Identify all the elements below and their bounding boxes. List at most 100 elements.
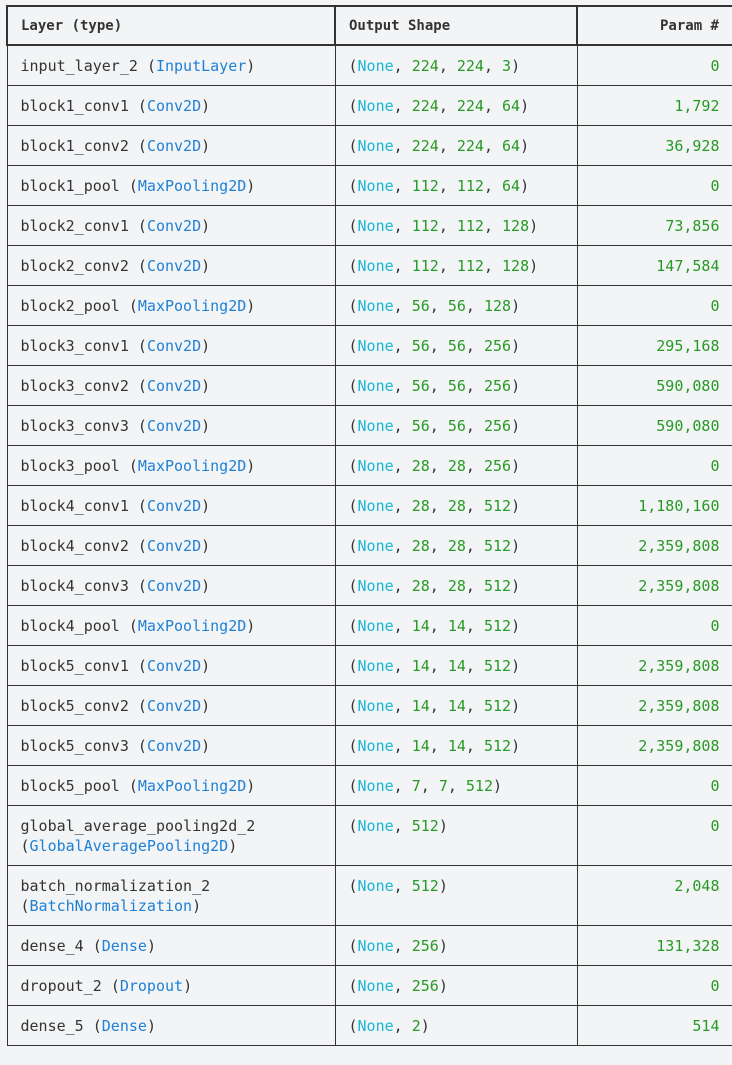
layer-cell: global_average_pooling2d_2 (GlobalAverage…: [6, 805, 336, 866]
shape-separator: ,: [465, 577, 484, 595]
batch-dim: None: [357, 537, 394, 555]
shape-separator: ,: [393, 577, 412, 595]
layer-name: batch_normalization_2: [20, 877, 211, 895]
batch-dim: None: [357, 417, 394, 435]
layer-name: block4_pool: [20, 617, 120, 635]
output-shape-cell: (None, 7, 7, 512): [334, 765, 578, 806]
output-shape-cell: (None, 14, 14, 512): [334, 645, 578, 686]
shape-separator: ,: [393, 537, 412, 555]
shape-separator: ,: [429, 297, 448, 315]
shape-separator: ,: [465, 537, 484, 555]
layer-cell: dense_4 (Dense): [6, 925, 336, 966]
layer-name: block5_pool: [20, 777, 120, 795]
shape-dim: 512: [483, 697, 512, 715]
shape-dim: 224: [411, 97, 439, 115]
table-row: block5_conv3 (Conv2D) (None, 14, 14, 512)…: [6, 725, 732, 766]
paren-close: ): [529, 257, 539, 275]
layer-cell: block3_conv1 (Conv2D): [6, 325, 336, 366]
shape-dim: 14: [447, 697, 466, 715]
layer-cell: block1_pool (MaxPooling2D): [6, 165, 336, 206]
shape-separator: ,: [429, 377, 448, 395]
shape-separator: ,: [483, 177, 503, 195]
output-shape-cell: (None, 512): [334, 865, 578, 926]
output-shape-cell: (None, 256): [334, 965, 578, 1006]
shape-dim: 112: [456, 257, 484, 275]
shape-dim: 28: [447, 577, 466, 595]
paren-close: ): [201, 137, 211, 155]
table-row: dropout_2 (Dropout) (None, 256) 0: [6, 965, 732, 1006]
shape-dim: 128: [483, 297, 512, 315]
layer-type: Conv2D: [146, 97, 202, 115]
layer-type: Conv2D: [146, 537, 202, 555]
paren-open: (: [137, 577, 147, 595]
param-count-cell: 0: [576, 285, 732, 326]
layer-cell: block1_conv2 (Conv2D): [6, 125, 336, 166]
shape-separator: ,: [393, 497, 412, 515]
paren-close: ): [201, 537, 211, 555]
paren-open: (: [348, 537, 358, 555]
shape-separator: ,: [393, 737, 412, 755]
shape-separator: ,: [429, 577, 448, 595]
shape-dim: 56: [411, 377, 430, 395]
table-row: block2_conv1 (Conv2D) (None, 112, 112, 12…: [6, 205, 732, 246]
shape-separator: ,: [393, 877, 412, 895]
paren-open: (: [137, 417, 147, 435]
batch-dim: None: [357, 497, 394, 515]
shape-dim: 224: [456, 97, 484, 115]
paren-open: (: [348, 657, 358, 675]
shape-separator: ,: [465, 377, 484, 395]
layer-cell: batch_normalization_2 (BatchNormalization…: [6, 865, 336, 926]
paren-close: ): [246, 297, 256, 315]
shape-dim: 512: [411, 817, 439, 835]
shape-dim: 512: [483, 537, 512, 555]
shape-dim: 2: [411, 1017, 421, 1035]
paren-close: ): [183, 977, 193, 995]
shape-separator: ,: [393, 1017, 412, 1035]
layer-name: block3_conv3: [20, 417, 129, 435]
layer-name: block1_conv2: [20, 137, 129, 155]
layer-name: block2_conv1: [20, 217, 129, 235]
shape-dim: 14: [411, 617, 430, 635]
shape-separator: ,: [483, 57, 503, 75]
paren-open: (: [128, 177, 138, 195]
paren-close: ): [511, 377, 521, 395]
paren-open: (: [137, 337, 147, 355]
layer-cell: block5_pool (MaxPooling2D): [6, 765, 336, 806]
layer-name: block4_conv1: [20, 497, 129, 515]
shape-dim: 64: [502, 177, 521, 195]
shape-separator: ,: [465, 337, 484, 355]
table-row: block4_conv3 (Conv2D) (None, 28, 28, 512)…: [6, 565, 732, 606]
table-row: batch_normalization_2 (BatchNormalization…: [6, 865, 732, 926]
layer-cell: block3_conv3 (Conv2D): [6, 405, 336, 446]
output-shape-cell: (None, 28, 28, 256): [334, 445, 578, 486]
paren-close: ): [246, 177, 256, 195]
table-row: block3_pool (MaxPooling2D) (None, 28, 28,…: [6, 445, 732, 486]
header-param-count: Param #: [576, 5, 732, 46]
shape-dim: 112: [411, 257, 439, 275]
layer-type: MaxPooling2D: [137, 777, 247, 795]
shape-separator: ,: [438, 217, 457, 235]
shape-separator: ,: [465, 297, 484, 315]
layer-type: Conv2D: [146, 577, 202, 595]
paren-close: ): [511, 697, 521, 715]
batch-dim: None: [357, 777, 394, 795]
shape-dim: 256: [483, 417, 512, 435]
shape-dim: 56: [411, 417, 430, 435]
paren-open: (: [137, 697, 147, 715]
paren-close: ): [511, 657, 521, 675]
layer-cell: block4_pool (MaxPooling2D): [6, 605, 336, 646]
shape-dim: 28: [411, 457, 430, 475]
output-shape-cell: (None, 256): [334, 925, 578, 966]
batch-dim: None: [357, 297, 394, 315]
shape-separator: ,: [393, 777, 412, 795]
shape-separator: ,: [483, 97, 503, 115]
paren-close: ): [201, 577, 211, 595]
shape-dim: 3: [502, 57, 512, 75]
paren-close: ): [192, 897, 202, 915]
table-row: dense_5 (Dense) (None, 2) 514: [6, 1005, 732, 1046]
batch-dim: None: [357, 737, 394, 755]
paren-close: ): [146, 937, 156, 955]
paren-open: (: [110, 977, 120, 995]
layer-name: block5_conv3: [20, 737, 129, 755]
paren-open: (: [348, 217, 358, 235]
